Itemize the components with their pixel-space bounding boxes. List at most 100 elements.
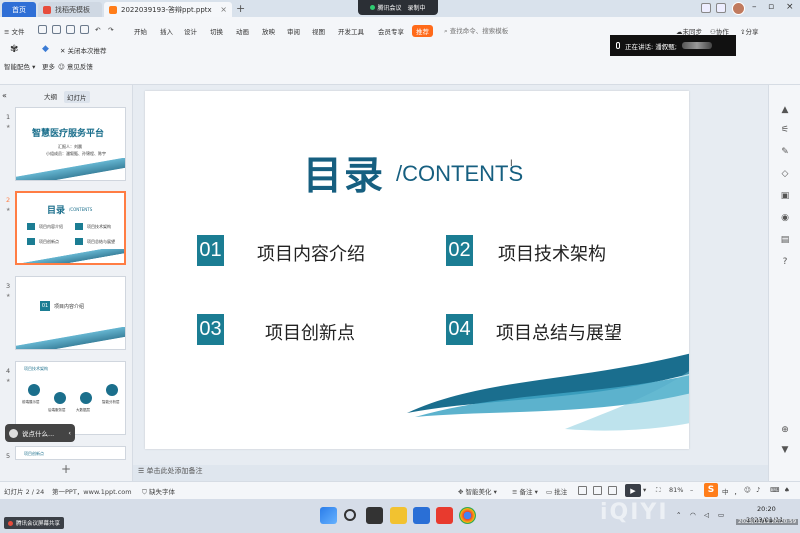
ime-skin-icon[interactable]: ♠ <box>784 486 790 494</box>
thumb-title: 智慧医疗服务平台 <box>32 129 105 139</box>
volume-icon[interactable]: ◁ <box>704 511 709 519</box>
sorter-view-icon[interactable] <box>593 486 602 495</box>
book-icon[interactable]: ▤ <box>780 235 790 245</box>
tab-document[interactable]: 2022039193-答辩ppt.pptx × <box>104 2 232 17</box>
redo-icon[interactable]: ↷ <box>108 26 113 34</box>
ime-mode[interactable]: 中 <box>722 486 729 496</box>
feedback-button[interactable]: ☺ 意见反馈 <box>58 61 93 71</box>
menu-slideshow[interactable]: 放映 <box>262 26 275 36</box>
notes-placeholder[interactable]: ☰ 单击此处添加备注 <box>138 466 203 476</box>
meeting-indicator[interactable]: 腾讯会议 录制中 <box>358 0 438 15</box>
maximize-icon[interactable]: ▫ <box>768 2 774 12</box>
menu-insert[interactable]: 插入 <box>160 26 173 36</box>
export-icon[interactable] <box>52 25 61 34</box>
play-options-icon[interactable]: ▾ <box>643 486 646 494</box>
comments-toggle[interactable]: ▭ 批注 <box>546 486 567 496</box>
tab-home[interactable]: 首页 <box>2 2 36 17</box>
slide-thumbnail-5[interactable]: 项目创新点 <box>15 446 126 460</box>
pen-icon[interactable]: ✎ <box>780 147 790 157</box>
menu-animation[interactable]: 动画 <box>236 26 249 36</box>
chat-bubble[interactable]: 说点什么... ‹ <box>5 424 75 442</box>
fit-icon[interactable]: ⛶ <box>656 486 661 495</box>
zoom-level[interactable]: 81% <box>669 486 683 494</box>
beautify-button[interactable]: ✥ 智能美化 ▾ <box>458 486 497 496</box>
command-search[interactable]: ⌕ 查找命令、搜索模板 <box>444 25 508 36</box>
menu-recommend[interactable]: 推荐 <box>412 25 433 37</box>
print-icon[interactable] <box>66 25 75 34</box>
share-status-dot-icon <box>8 520 13 526</box>
more-button[interactable]: 更多 <box>42 61 55 71</box>
play-slideshow-button[interactable]: ▶ <box>625 484 641 497</box>
terminal-icon[interactable] <box>366 507 383 524</box>
notes-toggle[interactable]: ≡ 备注 ▾ <box>512 486 538 496</box>
wifi-icon[interactable]: ◠ <box>690 511 696 519</box>
add-slide-icon[interactable]: + <box>61 462 71 476</box>
ime-emoji-icon[interactable]: ☺ <box>744 486 751 494</box>
meeting-app-icon[interactable] <box>413 507 430 524</box>
preview-icon[interactable] <box>80 25 89 34</box>
slide-number: 3 <box>6 282 11 290</box>
chrome-icon[interactable] <box>459 507 476 524</box>
smart-color-button[interactable]: 智能配色 ▾ <box>4 61 35 71</box>
window-mode-icon[interactable] <box>716 3 726 13</box>
slide-thumbnail-1[interactable]: 智慧医疗服务平台 汇报人：刘晨 小组成员：潘叙甄、孙锦程、陈宇 <box>15 107 126 181</box>
tab-outline[interactable]: 大纲 <box>44 91 57 101</box>
more-icon[interactable]: ◆ <box>42 44 49 54</box>
menu-review[interactable]: 审阅 <box>287 26 300 36</box>
adjust-icon[interactable]: ⚟ <box>780 125 790 135</box>
close-tab-icon[interactable]: × <box>220 5 227 14</box>
tab-templates[interactable]: 找稻壳模板 <box>38 2 102 17</box>
slide-star-icon: ★ <box>6 124 11 130</box>
share-button[interactable]: ⇪分享 <box>740 26 758 36</box>
close-recommend-button[interactable]: ✕ 关闭本次推荐 <box>60 45 107 55</box>
clock-time[interactable]: 20:20 <box>757 505 776 513</box>
slide-thumbnail-2[interactable]: 目录 /CONTENTS 项目内容介绍 项目技术架构 项目创新点 项目总结与展望 <box>15 191 126 265</box>
minimize-icon[interactable]: – <box>752 2 757 12</box>
tab-slides[interactable]: 幻灯片 <box>64 91 90 103</box>
normal-view-icon[interactable] <box>578 486 587 495</box>
missing-font-button[interactable]: ⛉ 缺失字体 <box>142 486 175 497</box>
feedback-label: 意见反馈 <box>66 63 93 71</box>
ime-mic-icon[interactable]: ♪ <box>756 486 760 494</box>
shape-icon[interactable]: ◇ <box>780 169 790 179</box>
wps-icon[interactable] <box>436 507 453 524</box>
layout-icon[interactable] <box>701 3 711 13</box>
menu-member[interactable]: 会员专享 <box>378 26 404 36</box>
undo-icon[interactable]: ↶ <box>95 26 100 34</box>
ime-keyboard-icon[interactable]: ⌨ <box>770 486 779 494</box>
picture-icon[interactable]: ▣ <box>780 191 790 201</box>
menu-view[interactable]: 视图 <box>312 26 325 36</box>
sogou-ime-icon[interactable]: S <box>704 483 718 497</box>
battery-icon[interactable]: ▭ <box>718 511 724 519</box>
reading-view-icon[interactable] <box>608 486 617 495</box>
chat-expand-icon[interactable]: ‹ <box>68 429 71 437</box>
scroll-down-icon[interactable]: ▼ <box>780 445 790 455</box>
zoom-out-icon[interactable]: – <box>690 486 693 494</box>
search-icon[interactable] <box>344 509 356 521</box>
menu-design[interactable]: 设计 <box>184 26 197 36</box>
scroll-up-icon[interactable]: ▲ <box>780 105 790 115</box>
windows-start-icon[interactable] <box>320 507 337 524</box>
location-icon[interactable]: ◉ <box>780 213 790 223</box>
menu-start[interactable]: 开始 <box>134 26 147 36</box>
zoom-in-icon[interactable]: ⊕ <box>780 425 790 435</box>
save-icon[interactable] <box>38 25 47 34</box>
thumb-text: /CONTENTS <box>69 207 93 212</box>
menu-transition[interactable]: 切换 <box>210 26 223 36</box>
menu-developer[interactable]: 开发工具 <box>338 26 364 36</box>
screen-share-notice[interactable]: 腾讯会议屏幕共享 <box>4 517 65 529</box>
palette-icon[interactable]: ✾ <box>10 44 18 55</box>
new-tab-plus-icon[interactable]: + <box>236 2 245 15</box>
file-menu[interactable]: ≡ 文件 <box>4 26 25 36</box>
ime-punct[interactable]: ， <box>734 486 741 496</box>
help-icon[interactable]: ? <box>780 257 790 267</box>
close-window-icon[interactable]: × <box>786 2 794 12</box>
thumb-node-icon <box>28 384 40 396</box>
user-avatar[interactable] <box>732 2 745 15</box>
collapse-panel-icon[interactable]: « <box>2 91 7 100</box>
slide-thumbnail-3[interactable]: 01 项目内容介绍 <box>15 276 126 350</box>
current-slide[interactable]: 目录 /CONTENTS I 01 项目内容介绍 02 项目技术架构 03 项目… <box>145 91 689 449</box>
file-explorer-icon[interactable] <box>390 507 407 524</box>
active-speaker-label: 正在讲话: 潘叙甄; <box>625 42 677 51</box>
tray-up-icon[interactable]: ⌃ <box>676 511 681 519</box>
